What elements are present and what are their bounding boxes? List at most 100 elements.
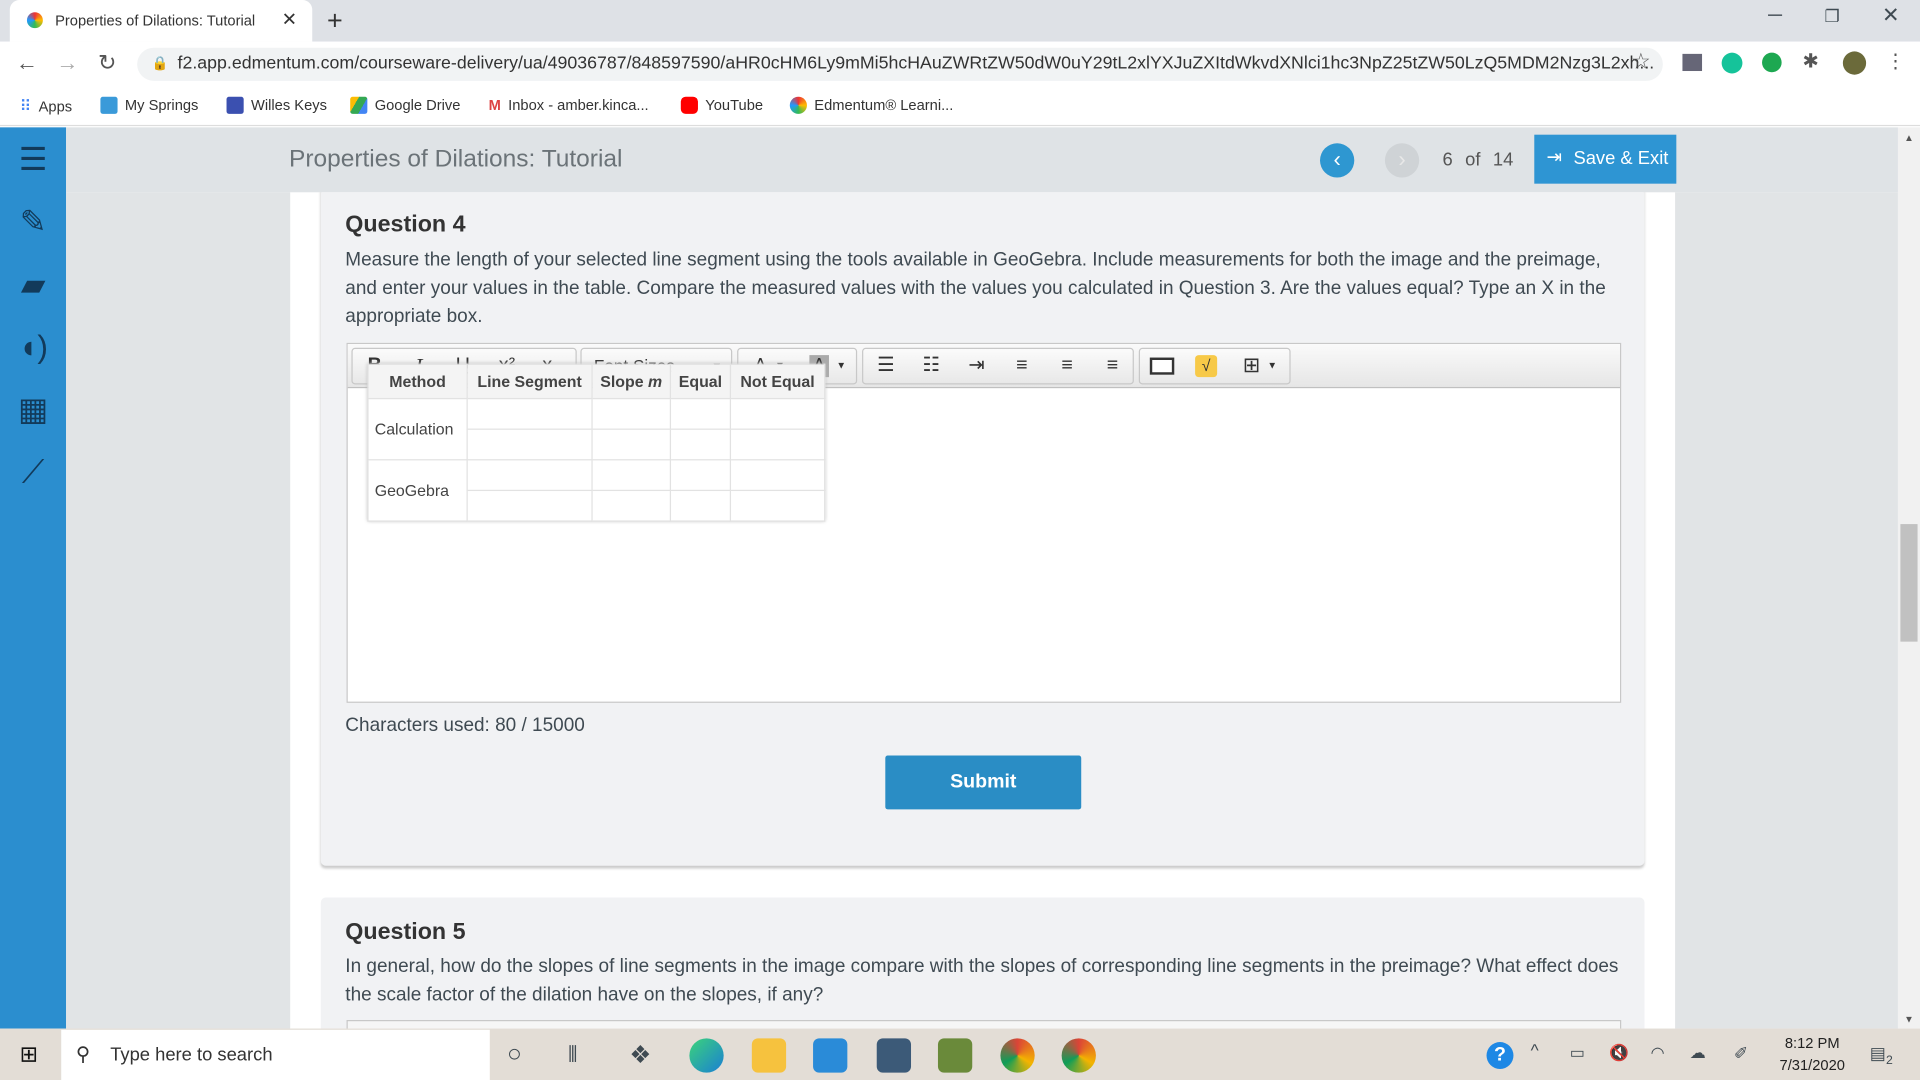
chevron-down-icon[interactable]: ▼ xyxy=(836,349,846,383)
windows-start-icon[interactable]: ⊞ xyxy=(20,1042,38,1068)
reload-icon[interactable]: ↻ xyxy=(98,50,116,76)
back-icon[interactable]: ← xyxy=(16,50,38,76)
scrollbar-thumb[interactable] xyxy=(1900,524,1918,642)
align-center-icon[interactable]: ≡ xyxy=(1044,349,1089,383)
chrome-active-icon[interactable] xyxy=(1061,1038,1096,1073)
table-cell[interactable] xyxy=(466,397,593,430)
clock[interactable]: 8:12 PM 7/31/2020 xyxy=(1776,1035,1849,1079)
table-cell[interactable] xyxy=(591,428,672,461)
close-tab-icon[interactable]: ✕ xyxy=(282,9,297,31)
help-icon[interactable]: ? xyxy=(1486,1042,1514,1069)
table-cell[interactable] xyxy=(729,397,826,430)
question-4-card: Question 4 Measure the length of your se… xyxy=(320,192,1645,866)
show-hidden-icons-icon[interactable]: ^ xyxy=(1531,1041,1539,1061)
cortana-icon[interactable]: ○ xyxy=(507,1041,522,1069)
rich-text-editor[interactable]: B I U x² x₂ Font Sizes ▼ A ▼ xyxy=(346,342,1622,703)
minimize-icon[interactable]: ─ xyxy=(1768,5,1782,27)
browser-tab[interactable]: Properties of Dilations: Tutorial ✕ xyxy=(9,0,313,42)
insert-group: √ ⊞ ▼ xyxy=(1138,347,1291,385)
bookmark-edmentum[interactable]: Edmentum® Learni... xyxy=(789,96,954,114)
rich-text-editor[interactable] xyxy=(346,1020,1622,1029)
scroll-up-icon[interactable]: ▲ xyxy=(1904,132,1914,143)
page-scrollbar[interactable]: ▲ ▼ xyxy=(1897,127,1920,1029)
slope-variable: m xyxy=(648,372,663,391)
bookmark-willes-keys[interactable]: Willes Keys xyxy=(226,96,327,114)
table-cell[interactable] xyxy=(729,459,826,492)
taskbar-search-box[interactable]: ⚲ Type here to search xyxy=(61,1029,490,1080)
extension-icon[interactable] xyxy=(1682,53,1703,72)
table-cell[interactable] xyxy=(669,397,732,430)
notifications-icon[interactable]: ▤2 xyxy=(1870,1043,1893,1067)
table-cell[interactable] xyxy=(591,397,672,430)
bookmark-apps[interactable]: ⠿ Apps xyxy=(20,97,73,117)
minecraft-icon[interactable] xyxy=(937,1038,973,1073)
task-view-icon[interactable]: ⫴ xyxy=(568,1042,577,1068)
pen-icon[interactable]: ✐ xyxy=(1734,1043,1748,1064)
bookmarks-bar: ⠿ Apps My Springs Willes Keys Google Driv… xyxy=(0,85,1920,127)
save-exit-label: Save & Exit xyxy=(1573,148,1669,169)
url-bar[interactable]: 🔒 f2.app.edmentum.com/courseware-deliver… xyxy=(137,47,1663,81)
table-icon[interactable]: ⊞ xyxy=(1240,349,1262,383)
table-cell[interactable] xyxy=(669,489,732,522)
save-exit-button[interactable]: ⇥ Save & Exit xyxy=(1534,134,1677,184)
bookmark-google-drive[interactable]: Google Drive xyxy=(350,96,461,114)
table-cell[interactable] xyxy=(466,428,593,461)
google-drive-icon xyxy=(350,96,368,114)
folder-icon[interactable]: ▰ xyxy=(12,263,54,305)
chrome-icon[interactable] xyxy=(1000,1038,1035,1073)
bookmark-inbox[interactable]: M Inbox - amber.kinca... xyxy=(489,97,649,114)
equation-icon[interactable]: √ xyxy=(1195,355,1218,378)
chevron-down-icon[interactable]: ▼ xyxy=(1267,349,1277,383)
bookmark-my-springs[interactable]: My Springs xyxy=(100,96,198,114)
app-icon[interactable] xyxy=(876,1038,912,1073)
bookmark-label: Google Drive xyxy=(374,96,461,114)
table-cell[interactable] xyxy=(466,489,593,522)
align-left-icon[interactable]: ≡ xyxy=(999,349,1044,383)
table-cell[interactable] xyxy=(669,428,732,461)
volume-muted-icon[interactable]: 🔇 xyxy=(1609,1043,1629,1063)
align-right-icon[interactable]: ≡ xyxy=(1090,349,1135,383)
scroll-down-icon[interactable]: ▼ xyxy=(1904,1014,1914,1025)
table-cell[interactable] xyxy=(729,489,826,522)
next-page-button[interactable]: › xyxy=(1384,143,1420,178)
file-explorer-icon[interactable] xyxy=(751,1038,787,1073)
edge-icon[interactable] xyxy=(689,1038,724,1073)
dropbox-icon[interactable]: ❖ xyxy=(629,1040,651,1071)
profile-avatar[interactable] xyxy=(1842,51,1867,75)
table-cell[interactable] xyxy=(669,459,732,492)
restore-icon[interactable]: ❐ xyxy=(1824,6,1839,27)
menu-icon[interactable]: ⋮ xyxy=(1886,49,1906,73)
list-icon[interactable]: ☰ xyxy=(12,138,54,180)
page-total: 14 xyxy=(1492,149,1514,171)
table-cell[interactable] xyxy=(466,459,593,492)
content-area: Question 4 Measure the length of your se… xyxy=(66,192,1898,1029)
mail-icon[interactable] xyxy=(813,1038,848,1073)
forward-icon[interactable]: → xyxy=(56,50,78,76)
bookmark-star-icon[interactable]: ☆ xyxy=(1631,49,1651,75)
numbered-list-icon[interactable]: ☷ xyxy=(909,349,954,383)
table-cell[interactable] xyxy=(729,428,826,461)
extensions-puzzle-icon[interactable]: ✱ xyxy=(1802,49,1818,73)
table-cell[interactable] xyxy=(591,459,672,492)
grammarly-icon[interactable] xyxy=(1721,52,1743,74)
notes-icon[interactable]: ✎ xyxy=(12,201,54,243)
extension-green-icon[interactable] xyxy=(1762,52,1782,73)
submit-button[interactable]: Submit xyxy=(885,755,1082,810)
indent-icon[interactable]: ⇥ xyxy=(954,349,999,383)
audio-icon[interactable]: ◖) xyxy=(12,326,54,368)
bookmark-label: Edmentum® Learni... xyxy=(814,96,954,114)
onedrive-icon[interactable]: ☁ xyxy=(1690,1043,1706,1063)
bullet-list-icon[interactable]: ☰ xyxy=(863,349,908,383)
wifi-icon[interactable]: ◠ xyxy=(1651,1043,1665,1063)
close-window-icon[interactable]: ✕ xyxy=(1882,4,1899,28)
table-cell[interactable] xyxy=(591,489,672,522)
column-header: Slope m xyxy=(591,363,672,400)
previous-page-button[interactable]: ‹ xyxy=(1320,143,1355,178)
calculator-icon[interactable]: ▦ xyxy=(12,388,54,430)
graph-icon[interactable]: ⟋ xyxy=(12,451,54,493)
new-tab-icon[interactable]: + xyxy=(327,5,343,37)
image-icon[interactable] xyxy=(1149,357,1175,375)
graduation-cap-icon xyxy=(100,96,118,114)
bookmark-youtube[interactable]: YouTube xyxy=(680,96,763,114)
battery-icon[interactable]: ▭ xyxy=(1570,1043,1585,1063)
